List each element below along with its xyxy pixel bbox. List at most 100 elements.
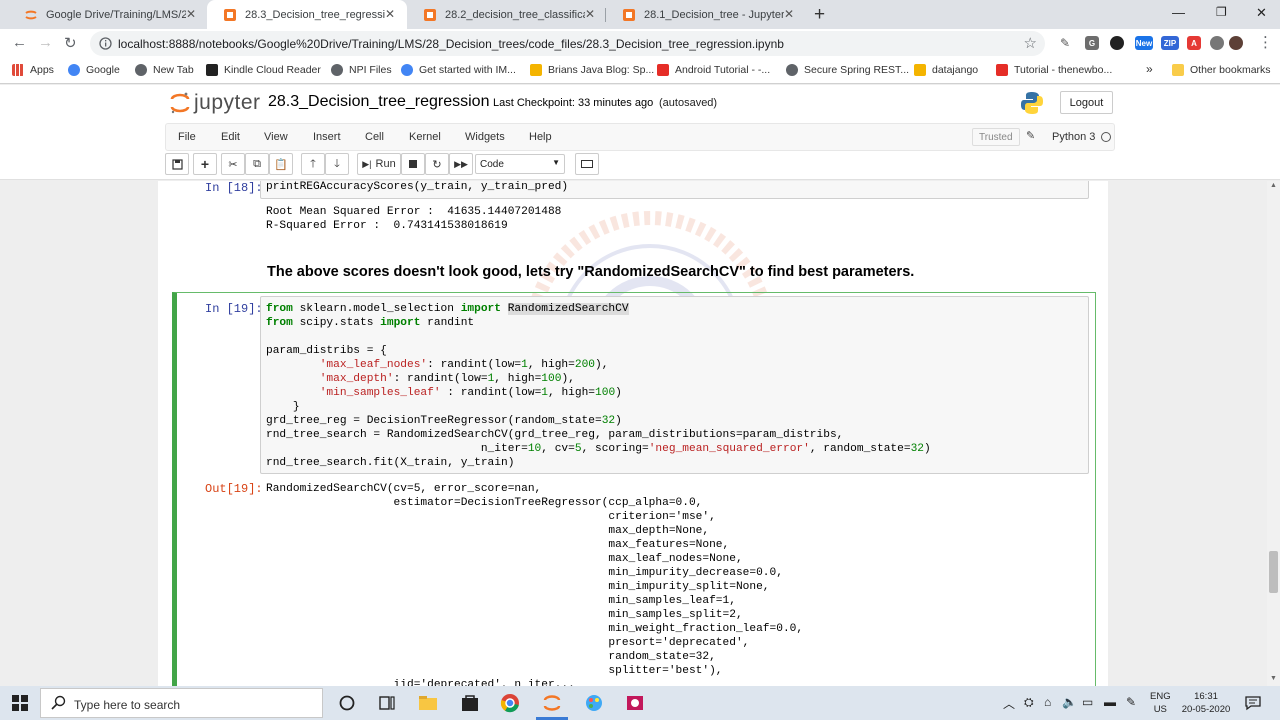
bookmark-item[interactable]: NPI Files <box>331 64 392 76</box>
copy-button[interactable]: ⧉ <box>245 153 269 175</box>
new-tab-icon[interactable]: + <box>814 4 825 26</box>
store-icon[interactable] <box>460 693 480 713</box>
display-icon[interactable]: ▬ <box>1104 695 1116 709</box>
cut-button[interactable]: ✂ <box>221 153 245 175</box>
other-bookmarks[interactable]: Other bookmarks <box>1172 64 1271 76</box>
chrome-icon[interactable] <box>500 693 520 713</box>
bookmark-item[interactable]: Apps <box>12 64 54 76</box>
menu-kebab-icon[interactable]: ⋮ <box>1258 33 1273 51</box>
puzzle-extension-icon[interactable] <box>1210 36 1224 50</box>
bookmark-item[interactable]: Google <box>68 64 120 76</box>
paint-icon[interactable] <box>584 693 604 713</box>
system-clock[interactable]: 16:31 20-05-2020 <box>1178 690 1234 716</box>
save-button[interactable] <box>165 153 189 175</box>
browser-tab[interactable]: 28.2_decision_tree_classification ✕ <box>407 0 607 29</box>
bookmark-item[interactable]: Get started with IM... <box>401 64 516 76</box>
omnibox[interactable]: localhost:8888/notebooks/Google%20Drive/… <box>90 31 1045 56</box>
close-window-icon[interactable]: ✕ <box>1256 5 1267 21</box>
pdf-extension-icon[interactable]: A <box>1187 36 1201 50</box>
restart-run-all-button[interactable]: ▶▶ <box>449 153 473 175</box>
close-tab-icon[interactable]: ✕ <box>585 7 595 21</box>
browser-tab-active[interactable]: 28.3_Decision_tree_regression - ✕ <box>207 0 407 29</box>
notification-center-icon[interactable] <box>1245 695 1261 711</box>
close-tab-icon[interactable]: ✕ <box>186 7 196 21</box>
minimize-icon[interactable]: — <box>1172 5 1185 20</box>
ink-workspace-icon[interactable]: ✎ <box>1126 695 1136 709</box>
paste-icon: 📋 <box>274 158 288 171</box>
menu-kernel[interactable]: Kernel <box>409 131 441 143</box>
notebook-title[interactable]: 28.3_Decision_tree_regression <box>268 93 489 111</box>
menu-cell[interactable]: Cell <box>365 131 384 143</box>
new-extension-icon[interactable]: New <box>1135 36 1153 50</box>
task-view-icon[interactable] <box>377 693 397 713</box>
paste-button[interactable]: 📋 <box>269 153 293 175</box>
keyboard-icon <box>581 160 593 168</box>
move-up-button[interactable]: 🡑 <box>301 153 325 175</box>
taskbar-search-box[interactable]: Type here to search <box>40 688 323 718</box>
vertical-scrollbar[interactable]: ▲ ▼ <box>1267 181 1280 686</box>
bookmark-item[interactable]: Kindle Cloud Reader <box>206 64 321 76</box>
menu-view[interactable]: View <box>264 131 288 143</box>
bookmark-item[interactable]: Secure Spring REST... <box>786 64 909 76</box>
menu-insert[interactable]: Insert <box>313 131 341 143</box>
bookmark-item[interactable]: Android Tutorial - -... <box>657 64 770 76</box>
restart-button[interactable]: ↻ <box>425 153 449 175</box>
google-icon <box>68 64 80 76</box>
eyedropper-extension-icon[interactable]: ✎ <box>1058 36 1072 50</box>
scrollbar-thumb[interactable] <box>1269 551 1278 593</box>
bookmark-star-icon[interactable]: ☆ <box>1024 34 1037 52</box>
battery-icon[interactable]: ▭ <box>1082 695 1093 709</box>
info-icon[interactable] <box>99 37 112 50</box>
forward-icon[interactable]: → <box>38 34 53 51</box>
code-cell-input[interactable]: from sklearn.model_selection import Rand… <box>260 296 1089 474</box>
grammarly-extension-icon[interactable]: G <box>1085 36 1099 50</box>
notebook-container: In [18]: printREGAccuracyScores(y_train,… <box>158 181 1108 686</box>
jupyter-taskbar-icon[interactable] <box>542 693 562 713</box>
browser-tab[interactable]: 28.1_Decision_tree - Jupyter Not ✕ <box>606 0 806 29</box>
output-line: max_leaf_nodes=None, <box>266 553 743 565</box>
cortana-icon[interactable] <box>337 693 357 713</box>
logout-button[interactable]: Logout <box>1060 91 1113 114</box>
close-tab-icon[interactable]: ✕ <box>784 7 794 21</box>
bookmark-item[interactable]: Tutorial - thenewbo... <box>996 64 1112 76</box>
trusted-indicator[interactable]: Trusted <box>972 128 1020 146</box>
url-text[interactable]: localhost:8888/notebooks/Google%20Drive/… <box>118 37 784 51</box>
file-explorer-icon[interactable] <box>418 693 438 713</box>
network-icon[interactable]: ⌂ <box>1044 695 1051 709</box>
avatar[interactable] <box>1229 36 1243 50</box>
scroll-down-icon[interactable]: ▼ <box>1270 675 1277 682</box>
snipping-tool-icon[interactable] <box>625 693 645 713</box>
record-extension-icon[interactable] <box>1110 36 1124 50</box>
menu-widgets[interactable]: Widgets <box>465 131 505 143</box>
menu-help[interactable]: Help <box>529 131 552 143</box>
maximize-icon[interactable]: ❐ <box>1216 5 1227 19</box>
browser-tab[interactable]: Google Drive/Training/LMS/28_D ✕ <box>8 0 208 29</box>
jupyter-logo[interactable]: jupyter <box>170 91 261 115</box>
move-down-button[interactable]: 🡓 <box>325 153 349 175</box>
people-icon[interactable]: ⛭ <box>1024 695 1034 710</box>
windows-start-icon[interactable] <box>12 695 28 711</box>
code-cell-input[interactable]: printREGAccuracyScores(y_train, y_train_… <box>260 181 1089 199</box>
bookmark-item[interactable]: New Tab <box>135 64 194 76</box>
code-line: printREGAccuracyScores(y_train, y_train_… <box>266 181 569 193</box>
menu-file[interactable]: File <box>178 131 196 143</box>
bookmark-item[interactable]: Brians Java Blog: Sp... <box>530 64 654 76</box>
zip-extension-icon[interactable]: ZIP <box>1161 36 1179 50</box>
insert-cell-button[interactable]: + <box>193 153 217 175</box>
run-button[interactable]: ▶| Run <box>357 153 401 175</box>
close-tab-icon[interactable]: ✕ <box>385 7 395 21</box>
bookmark-label: NPI Files <box>349 64 392 76</box>
menu-edit[interactable]: Edit <box>221 131 240 143</box>
kernel-name[interactable]: Python 3 <box>1052 131 1095 143</box>
command-palette-button[interactable] <box>575 153 599 175</box>
bookmarks-overflow-icon[interactable]: » <box>1146 62 1153 76</box>
interrupt-button[interactable] <box>401 153 425 175</box>
volume-icon[interactable]: 🔈 <box>1062 695 1077 709</box>
language-indicator[interactable]: ENG US <box>1150 690 1171 716</box>
reload-icon[interactable]: ↻ <box>64 34 77 52</box>
back-icon[interactable]: ← <box>12 34 27 51</box>
bookmark-item[interactable]: datajango <box>914 64 978 76</box>
scroll-up-icon[interactable]: ▲ <box>1270 182 1277 189</box>
cell-type-select[interactable]: Code ▼ <box>475 154 565 174</box>
tray-chevron-up-icon[interactable]: ︿ <box>1003 695 1015 712</box>
